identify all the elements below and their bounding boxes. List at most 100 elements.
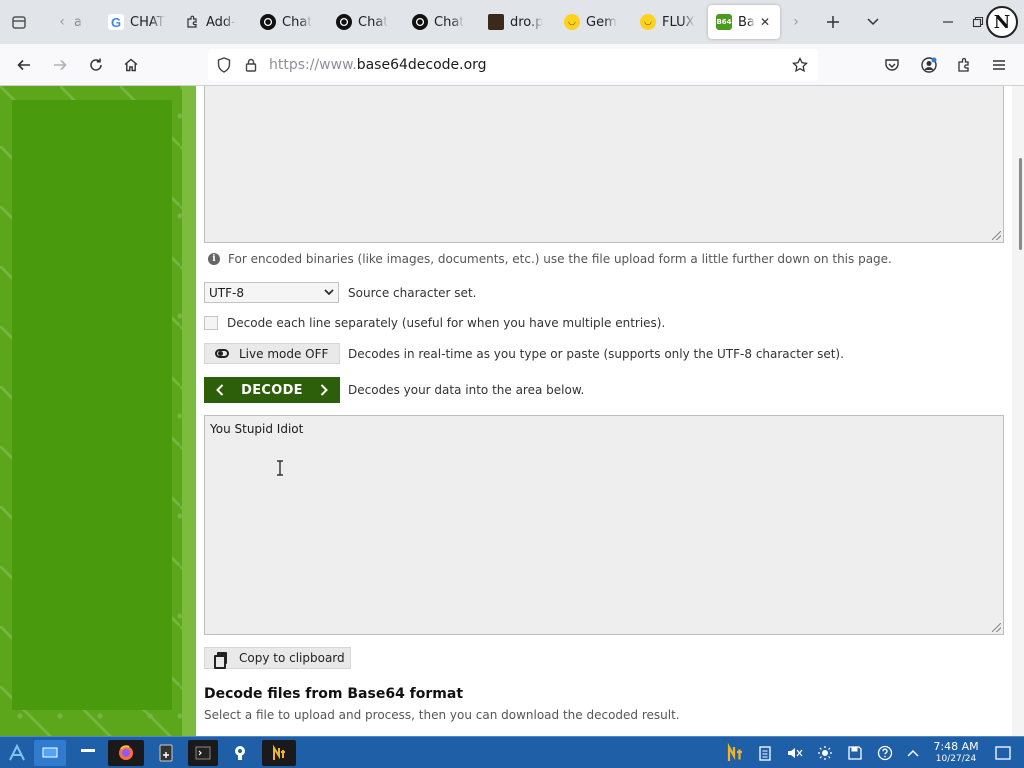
extensions-button[interactable] bbox=[951, 53, 977, 77]
arrow-left-icon bbox=[17, 59, 30, 71]
lock-icon[interactable] bbox=[243, 57, 259, 73]
chevron-left-icon bbox=[216, 384, 224, 396]
arrow-right-icon bbox=[54, 59, 67, 71]
tracking-protection-shield-icon[interactable] bbox=[216, 57, 232, 73]
tab-gemini[interactable]: ◡ Gem bbox=[556, 5, 626, 39]
extensions-puzzle-icon bbox=[958, 57, 969, 72]
decode-files-heading: Decode files from Base64 format bbox=[204, 686, 464, 702]
tray-expand[interactable] bbox=[902, 740, 924, 766]
google-icon: G bbox=[108, 14, 124, 30]
sidebar-ad-panel bbox=[12, 100, 172, 710]
address-bar[interactable]: https://www.base64decode.org bbox=[208, 49, 818, 81]
tab-chatgpt-2[interactable]: Chat bbox=[328, 5, 394, 39]
tray-volume[interactable] bbox=[784, 740, 806, 766]
bookmark-star-icon[interactable] bbox=[792, 57, 808, 73]
app-menu-button[interactable] bbox=[986, 53, 1012, 77]
show-desktop-button[interactable] bbox=[34, 740, 66, 766]
tab-chat-google[interactable]: G CHAT bbox=[100, 5, 166, 39]
charset-row: UTF-8 Source character set. bbox=[204, 282, 476, 303]
live-mode-description: Decodes in real-time as you type or past… bbox=[348, 346, 844, 361]
account-button[interactable] bbox=[916, 53, 942, 77]
tab-scroll-right-button[interactable]: › bbox=[786, 11, 806, 33]
window-switcher-button[interactable] bbox=[74, 740, 102, 766]
tray-notifications[interactable] bbox=[992, 740, 1014, 766]
clock-date: 10/27/24 bbox=[935, 754, 977, 764]
taskbar-firefox[interactable] bbox=[108, 740, 144, 766]
tab-flux[interactable]: ◡ FLUX bbox=[632, 5, 702, 39]
tab-partial[interactable]: a bbox=[66, 5, 92, 39]
list-all-tabs-button[interactable] bbox=[862, 11, 884, 33]
chevron-right-icon bbox=[320, 384, 328, 396]
page-scrollbar-thumb[interactable] bbox=[1019, 158, 1022, 250]
taskbar-clock[interactable]: 7:48 AM 10/27/24 bbox=[928, 740, 984, 766]
restore-window-button[interactable] bbox=[968, 11, 988, 33]
app-launcher-icon bbox=[9, 744, 25, 761]
notification-icon bbox=[995, 746, 1011, 760]
firefox-view-icon bbox=[12, 16, 26, 29]
resize-handle-icon[interactable] bbox=[992, 623, 1001, 632]
brightness-icon bbox=[818, 746, 832, 760]
info-icon: i bbox=[208, 253, 220, 265]
nicotine-icon bbox=[273, 744, 285, 760]
decoded-result-text: You Stupid Idiot bbox=[210, 422, 304, 436]
taskbar-terminal[interactable] bbox=[188, 740, 218, 766]
profile-avatar[interactable]: N bbox=[986, 6, 1018, 38]
new-tab-button[interactable] bbox=[822, 11, 844, 33]
close-tab-icon[interactable]: ✕ bbox=[758, 15, 772, 29]
taskbar-calculator[interactable] bbox=[152, 740, 180, 766]
tab-addons[interactable]: Add- bbox=[176, 5, 242, 39]
home-button[interactable] bbox=[118, 53, 144, 77]
page-scrollbar-track[interactable] bbox=[1012, 86, 1024, 736]
decode-button-label: DECODE bbox=[241, 382, 303, 398]
pocket-button[interactable] bbox=[879, 53, 905, 77]
tray-clipboard[interactable] bbox=[754, 740, 776, 766]
volume-muted-icon bbox=[788, 748, 803, 758]
decode-each-line-label[interactable]: Decode each line separately (useful for … bbox=[227, 316, 665, 330]
decode-each-line-checkbox[interactable] bbox=[204, 316, 218, 330]
tray-brightness[interactable] bbox=[814, 740, 836, 766]
restore-icon bbox=[972, 16, 984, 28]
tab-chatgpt-3[interactable]: Chat bbox=[404, 5, 470, 39]
tray-save[interactable] bbox=[844, 740, 866, 766]
tray-help[interactable] bbox=[874, 740, 896, 766]
tab-title: Add- bbox=[206, 14, 236, 30]
back-button[interactable] bbox=[11, 53, 37, 77]
firefox-view-button[interactable] bbox=[8, 11, 30, 33]
taskbar-nicotine[interactable] bbox=[262, 740, 296, 766]
tab-dro[interactable]: dro.p bbox=[480, 5, 550, 39]
tab-title: Ba bbox=[738, 14, 755, 30]
reload-button[interactable] bbox=[83, 53, 109, 77]
decode-description: Decodes your data into the area below. bbox=[348, 383, 585, 397]
account-icon bbox=[921, 57, 937, 73]
puzzle-icon bbox=[184, 14, 200, 30]
help-icon bbox=[877, 745, 893, 761]
copy-to-clipboard-button[interactable]: Copy to clipboard bbox=[204, 647, 351, 669]
taskbar-app[interactable] bbox=[226, 740, 254, 766]
decode-row: DECODE Decodes your data into the area b… bbox=[204, 377, 584, 403]
resize-handle-icon[interactable] bbox=[992, 231, 1001, 240]
huggingface-icon: ◡ bbox=[564, 14, 580, 30]
live-mode-button[interactable]: Live mode OFF bbox=[204, 343, 340, 364]
charset-select-value: UTF-8 bbox=[209, 285, 244, 300]
encoded-input-textarea[interactable] bbox=[204, 86, 1004, 243]
decode-button[interactable]: DECODE bbox=[204, 377, 340, 403]
chevron-down-icon bbox=[324, 289, 334, 296]
firefox-icon bbox=[119, 745, 133, 760]
hamburger-menu-icon bbox=[993, 60, 1005, 70]
tab-chatgpt-1[interactable]: Chat bbox=[252, 5, 318, 39]
start-menu-button[interactable] bbox=[4, 740, 30, 766]
tab-title: Gem bbox=[586, 14, 617, 30]
tab-title: CHAT bbox=[130, 14, 165, 30]
desktop-icon bbox=[42, 747, 58, 758]
tab-title: FLUX bbox=[662, 14, 695, 30]
info-row: i For encoded binaries (like images, doc… bbox=[204, 252, 892, 266]
decoded-output-textarea[interactable]: You Stupid Idiot bbox=[204, 415, 1004, 635]
charset-select[interactable]: UTF-8 bbox=[204, 282, 339, 303]
copy-row: Copy to clipboard bbox=[204, 647, 351, 669]
huggingface-icon: ◡ bbox=[640, 14, 656, 30]
text-cursor-icon bbox=[277, 460, 283, 476]
tab-base64decode[interactable]: B64 Ba ✕ bbox=[708, 5, 780, 39]
minimize-window-button[interactable] bbox=[938, 11, 958, 33]
tray-nicotine[interactable] bbox=[722, 740, 748, 766]
forward-button[interactable] bbox=[47, 53, 73, 77]
